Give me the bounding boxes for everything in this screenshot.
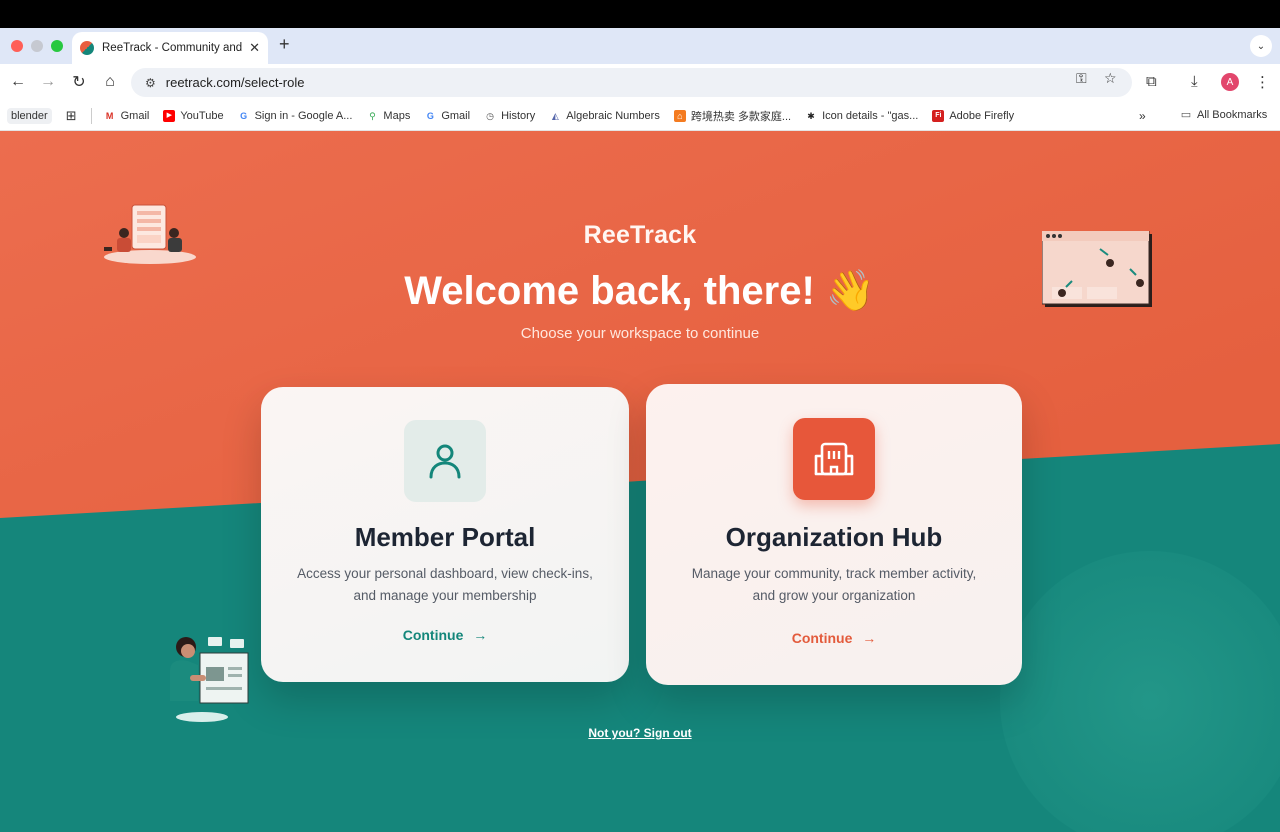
browser-menu-icon[interactable]: ⋮	[1255, 73, 1270, 91]
bookmark-label: Gmail	[441, 109, 471, 122]
bookmark-item[interactable]: ✱ Icon details - "gas...	[805, 110, 918, 122]
bookmark-label: Icon details - "gas...	[822, 109, 919, 122]
welcome-subtitle: Choose your workspace to continue	[520, 325, 760, 342]
youtube-icon: ▶	[163, 109, 176, 122]
bookmark-label: Gmail	[120, 109, 150, 122]
browser-toolbar: ← → ↻ ⌂ ⚙ reetrack.com/select-role ⚿ ☆ ⧉…	[0, 64, 1280, 101]
person-at-screen-illustration	[170, 637, 249, 722]
arrow-right-icon: →	[473, 627, 488, 643]
continue-label: Continue	[402, 627, 464, 643]
welcome-heading: Welcome back, there! 👋	[404, 269, 876, 313]
organization-hub-description: Manage your community, track member acti…	[666, 563, 1002, 607]
bookmark-item[interactable]: ⌂ 跨境热卖 多款家庭...	[673, 108, 792, 124]
reload-icon[interactable]: ↻	[69, 72, 89, 92]
building-icon	[793, 418, 875, 500]
bookmark-item[interactable]: blender	[7, 107, 52, 124]
page-background: ReeTrack Welcome back, there! 👋 Choose y…	[0, 131, 1280, 832]
user-icon	[404, 420, 486, 502]
icon-site-icon: ✱	[807, 110, 815, 121]
apps-grid-icon[interactable]: ⊞	[66, 108, 77, 124]
bookmark-item[interactable]: G Sign in - Google A...	[238, 109, 353, 122]
continue-label: Continue	[791, 630, 853, 646]
arrow-right-icon: →	[862, 630, 877, 646]
new-tab-button[interactable]: +	[279, 34, 290, 55]
bookmarks-bar: blender ⊞ M Gmail ▶ YouTube G Sign in - Goo…	[0, 101, 1280, 131]
bookmark-item[interactable]: Fi Adobe Firefly	[932, 109, 1015, 122]
folder-icon: ▭	[1180, 109, 1192, 121]
all-bookmarks-folder[interactable]: ▭ All Bookmarks	[1180, 109, 1268, 121]
browser-tab-strip: ReeTrack - Community and P... ✕	[0, 28, 1280, 64]
shop-icon: ⌂	[673, 109, 686, 122]
home-icon[interactable]: ⌂	[100, 72, 120, 92]
bookmark-label: YouTube	[180, 109, 224, 122]
organization-hub-desc-line: Manage your community, track member acti…	[691, 566, 977, 581]
page-glow	[1000, 551, 1280, 832]
browser-tab-active[interactable]: ReeTrack - Community and P... ✕	[72, 32, 268, 64]
gmail-icon: M	[105, 110, 114, 121]
google-icon: G	[240, 110, 248, 121]
bookmark-label: Maps	[383, 109, 411, 122]
extensions-icon[interactable]: ⧉	[1146, 73, 1157, 90]
member-portal-card[interactable]: Member Portal Access your personal dashb…	[261, 387, 629, 682]
forward-arrow-icon[interactable]: →	[38, 72, 58, 92]
member-portal-continue-link[interactable]: Continue →	[261, 627, 629, 643]
bookmark-label: Adobe Firefly	[949, 109, 1015, 122]
history-icon: ◷	[486, 110, 494, 121]
google-icon: G	[426, 110, 434, 121]
bookmark-item[interactable]: ⚲ Maps	[366, 110, 410, 122]
reetrack-favicon-icon	[80, 41, 94, 55]
bookmark-item[interactable]: ▶ YouTube	[163, 109, 224, 122]
adobe-icon: Fi	[932, 109, 945, 122]
sign-out-link[interactable]: Not you? Sign out	[0, 726, 1280, 740]
organization-hub-desc-line: and grow your organization	[752, 588, 916, 603]
more-bookmarks-chevron-icon[interactable]: »	[1139, 109, 1146, 123]
maps-icon: ⚲	[369, 110, 376, 121]
bookmark-item[interactable]: M Gmail	[104, 109, 150, 122]
download-icon[interactable]: ⤓	[1191, 73, 1198, 90]
bookmark-item[interactable]: ◭ Algebraic Numbers	[549, 110, 660, 122]
organization-hub-continue-link[interactable]: Continue →	[646, 630, 1022, 646]
member-portal-desc-line: Access your personal dashboard, view che…	[297, 566, 593, 581]
site-settings-icon[interactable]: ⚙	[145, 76, 156, 90]
address-bar[interactable]: ⚙ reetrack.com/select-role	[131, 68, 1132, 97]
bookmark-item[interactable]: ◷ History	[484, 110, 535, 122]
bookmark-label: Sign in - Google A...	[254, 109, 353, 122]
close-window-button[interactable]	[11, 40, 23, 52]
bookmark-label: blender	[11, 109, 48, 122]
bookmark-label: History	[501, 109, 536, 122]
member-portal-desc-line: and manage your membership	[353, 588, 537, 603]
close-tab-icon[interactable]: ✕	[249, 40, 260, 56]
member-portal-description: Access your personal dashboard, view che…	[281, 563, 609, 607]
algebra-icon: ◭	[551, 110, 559, 121]
maximize-window-button[interactable]	[51, 40, 63, 52]
bookmark-item[interactable]: G Gmail	[424, 110, 470, 122]
bookmark-star-icon[interactable]: ☆	[1104, 70, 1117, 87]
all-bookmarks-label: All Bookmarks	[1197, 109, 1268, 121]
screen-top-bar	[0, 0, 1280, 28]
user-glyph	[429, 444, 461, 479]
bookmark-label: Algebraic Numbers	[566, 109, 660, 122]
member-portal-title: Member Portal	[354, 522, 536, 552]
tab-search-chevron-icon[interactable]: ⌄	[1250, 35, 1272, 57]
bookmark-label: 跨境热卖 多款家庭...	[690, 110, 792, 123]
organization-hub-title: Organization Hub	[725, 522, 943, 552]
profile-avatar[interactable]: A	[1221, 73, 1239, 91]
brand-name: ReeTrack	[583, 221, 697, 249]
building-glyph	[814, 442, 854, 476]
tab-title: ReeTrack - Community and P...	[102, 42, 243, 54]
bookmark-separator	[90, 107, 92, 124]
password-key-icon[interactable]: ⚿	[1076, 70, 1087, 87]
address-url: reetrack.com/select-role	[165, 75, 305, 90]
back-arrow-icon[interactable]: ←	[8, 72, 28, 92]
organization-hub-card[interactable]: Organization Hub Manage your community, …	[646, 384, 1022, 685]
minimize-window-button[interactable]	[31, 40, 43, 52]
